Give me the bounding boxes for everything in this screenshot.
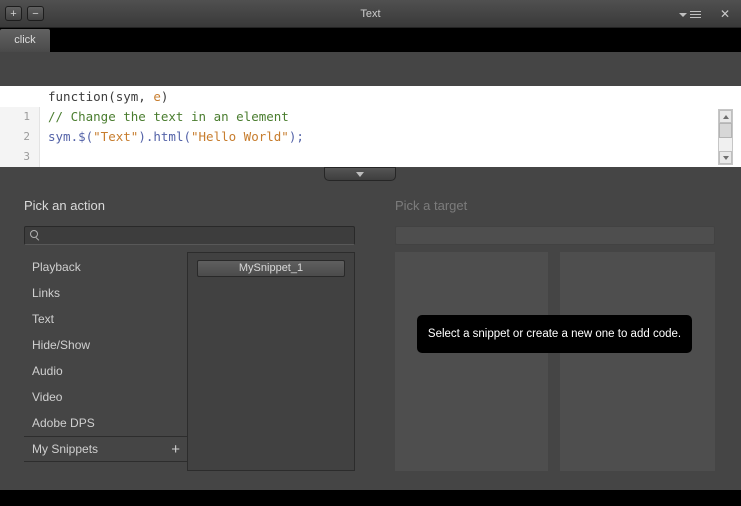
snippet-hint-tooltip: Select a snippet or create a new one to … — [417, 315, 692, 353]
code-token: ); — [288, 129, 304, 144]
action-category-list: Playback Links Text Hide/Show Audio Vide… — [24, 254, 187, 462]
action-item-links[interactable]: Links — [24, 280, 187, 306]
scroll-up-icon[interactable] — [719, 110, 732, 123]
scrollbar-thumb[interactable] — [719, 123, 732, 138]
editor-scrollbar[interactable] — [718, 109, 733, 165]
action-item-my-snippets[interactable]: My Snippets + — [24, 436, 187, 462]
action-item-audio[interactable]: Audio — [24, 358, 187, 384]
search-icon — [30, 230, 41, 241]
code-editor[interactable]: function(sym, e) 1 // Change the text in… — [0, 86, 741, 167]
code-line-1: 1 // Change the text in an element — [0, 107, 741, 127]
menu-triangle-icon — [679, 12, 687, 17]
code-line-2: 2 sym.$("Text").html("Hello World"); — [0, 127, 741, 147]
snippet-item-mysnippet-1[interactable]: MySnippet_1 — [197, 260, 345, 277]
action-item-hide-show[interactable]: Hide/Show — [24, 332, 187, 358]
action-item-adobe-dps[interactable]: Adobe DPS — [24, 410, 187, 436]
event-tab-strip: click — [0, 28, 741, 52]
target-search-box — [395, 226, 715, 245]
pick-action-label: Pick an action — [24, 198, 105, 213]
function-signature: function(sym, e) — [0, 86, 741, 107]
titlebar: + − Text ✕ — [0, 0, 741, 28]
action-item-playback[interactable]: Playback — [24, 254, 187, 280]
actions-panel-window: + − Text ✕ click function(sym, e) 1 // C… — [0, 0, 741, 506]
snippet-list-panel: MySnippet_1 — [187, 252, 355, 471]
code-string: "Text" — [93, 129, 139, 144]
action-search-input[interactable] — [41, 227, 349, 244]
tab-click-event[interactable]: click — [0, 29, 50, 52]
line-number: 2 — [23, 130, 30, 143]
code-string: "Hello World" — [191, 129, 289, 144]
action-item-video[interactable]: Video — [24, 384, 187, 410]
action-search-box — [24, 226, 355, 245]
line-number: 1 — [23, 110, 30, 123]
panel-title: Text — [360, 8, 381, 20]
signature-post: ) — [160, 89, 169, 104]
code-line-3: 3 — [0, 147, 741, 167]
signature-pre: function(sym, — [48, 89, 154, 104]
my-snippets-label: My Snippets — [32, 442, 99, 456]
pick-target-label: Pick a target — [395, 198, 468, 213]
action-item-text[interactable]: Text — [24, 306, 187, 332]
chevron-down-icon — [356, 171, 364, 177]
code-token: sym.$( — [48, 129, 94, 144]
code-comment: // Change the text in an element — [48, 109, 289, 124]
target-preview-panel — [560, 252, 715, 471]
scroll-down-icon[interactable] — [719, 151, 732, 164]
signature-param: e — [153, 89, 161, 104]
line-number: 3 — [23, 150, 30, 163]
menu-lines-icon — [690, 11, 701, 18]
panel-menu-icon[interactable] — [679, 10, 701, 19]
code-token: ).html( — [138, 129, 191, 144]
add-snippet-button[interactable]: + — [171, 442, 180, 457]
collapse-picker-button[interactable] — [324, 167, 396, 181]
target-elements-panel — [395, 252, 548, 471]
bottom-strip — [0, 490, 741, 506]
close-icon[interactable]: ✕ — [720, 0, 730, 28]
